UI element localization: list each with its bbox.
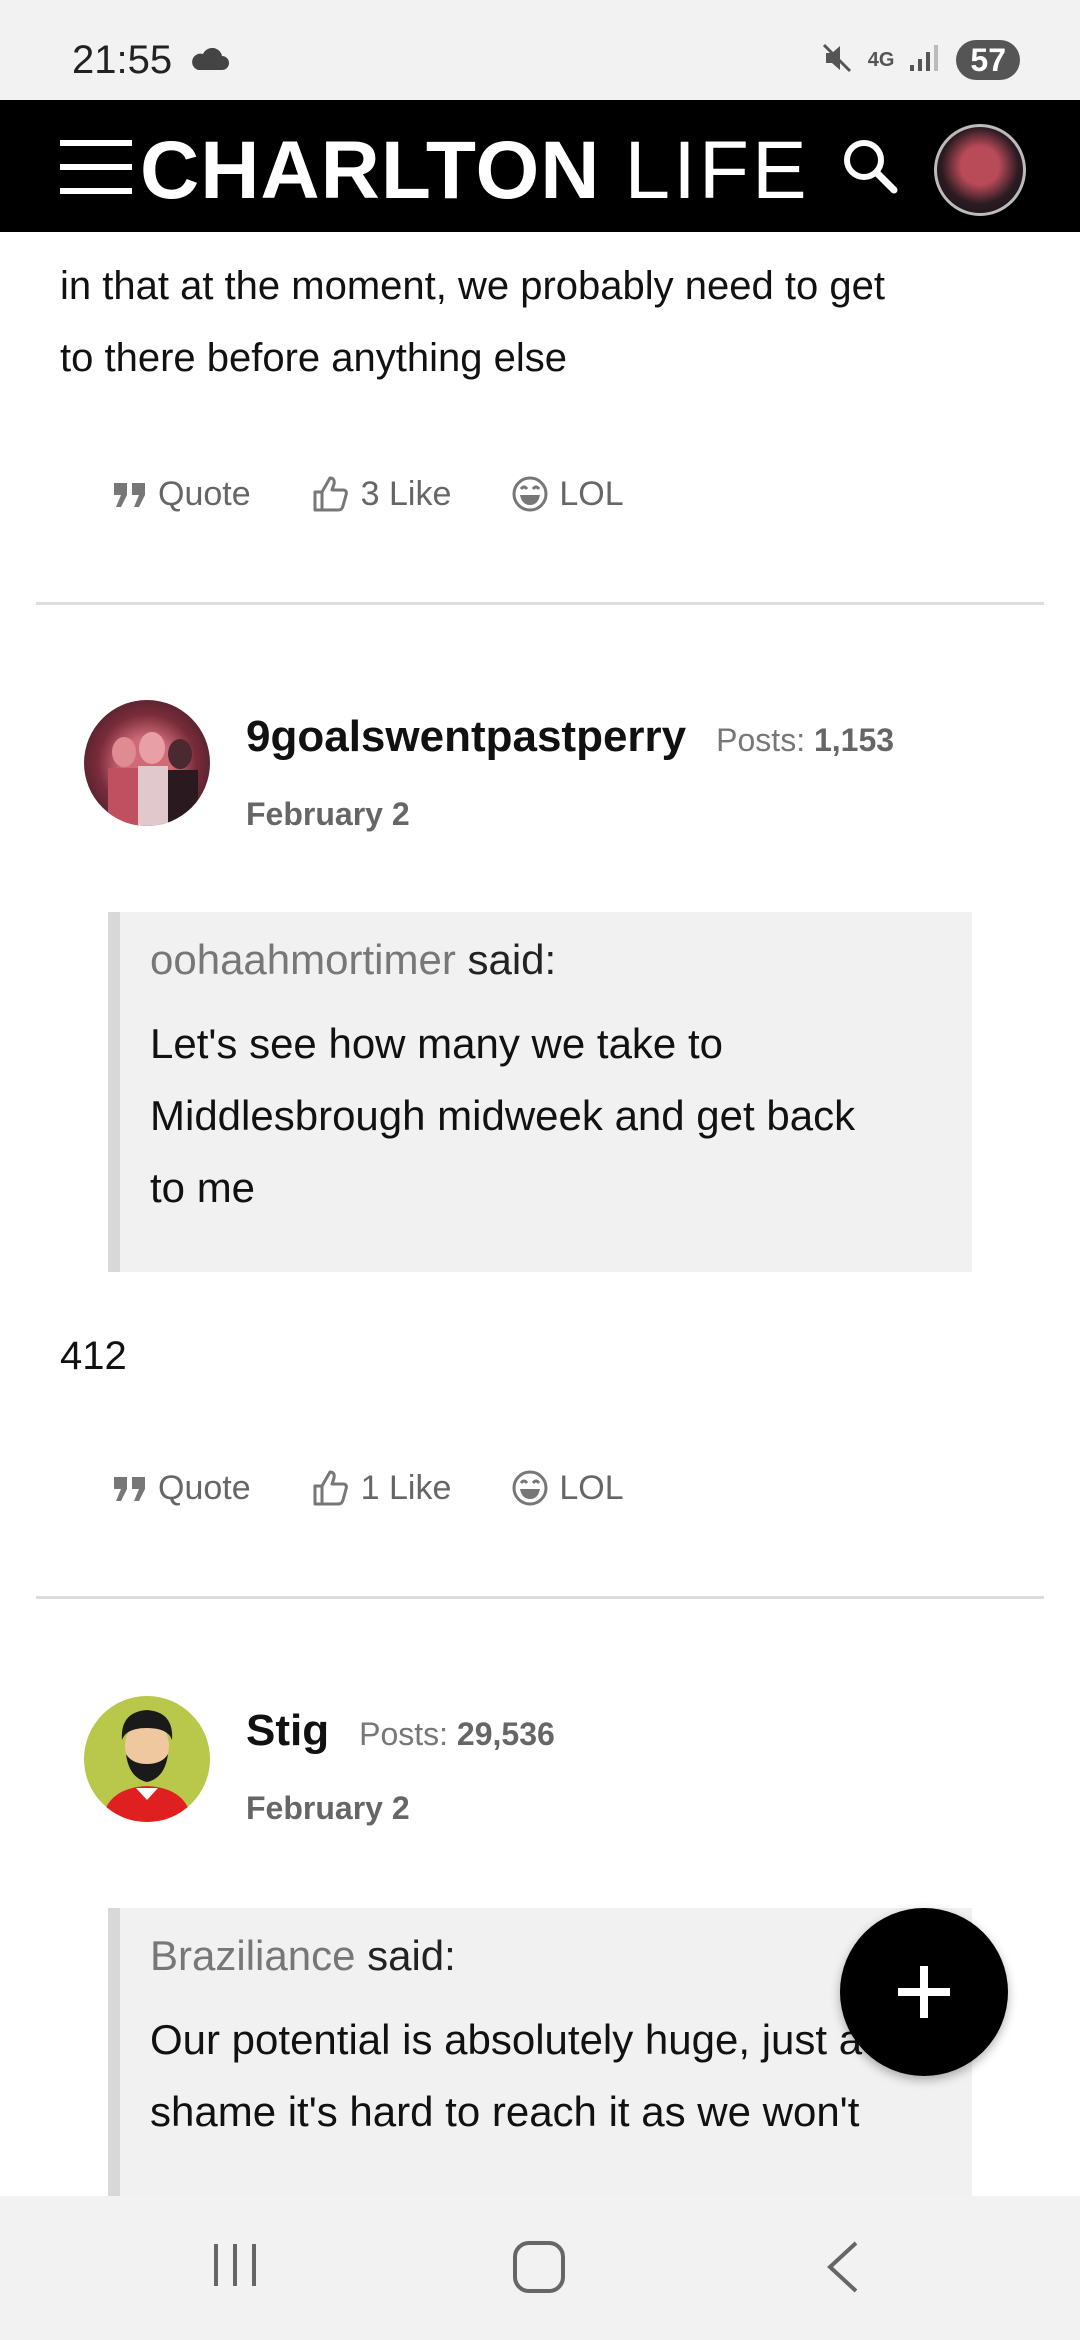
username[interactable]: Stig Posts: 29,536 [246,1706,555,1756]
site-logo[interactable]: CHARLTON LIFE [140,124,810,218]
username-text: 9goalswentpastperry [246,712,687,761]
quote-line: Middlesbrough midweek and get back [150,1092,856,1139]
lol-label: LOL [559,474,624,513]
quote-header: Braziliance said: [150,1926,942,1986]
status-bar: 21:55 4G 57 [0,0,1080,100]
app-screen: 21:55 4G 57 CHARLTON LIFE in that at the … [0,0,1080,2340]
logo-bold-text: CHARLTON [140,125,601,216]
quote-block: Braziliance said: Our potential is absol… [108,1908,972,2228]
back-icon[interactable] [822,2240,862,2299]
username-text: Stig [246,1706,330,1755]
network-type: 4G [867,49,895,71]
post-count: Posts: 1,153 [716,722,894,758]
quote-author[interactable]: oohaahmortimer [150,936,456,983]
home-icon[interactable] [512,2240,566,2299]
laughing-face-icon [512,1470,548,1506]
battery-indicator: 57 [956,40,1020,80]
quote-button[interactable]: Quote [112,475,251,514]
quote-said: said: [467,936,557,983]
lol-button[interactable]: LOL [511,1468,624,1508]
quote-line: shame it's hard to reach it as we won't [150,2088,860,2135]
post-actions: Quote 1 Like LOL [112,1468,684,1508]
hamburger-menu-icon[interactable] [60,140,132,196]
system-nav-bar [0,2196,1080,2340]
thumbs-up-icon [313,1470,348,1506]
post-divider [36,602,1044,605]
mute-icon [820,41,854,80]
status-icons: 4G 57 [820,40,1020,80]
posts-count-value: 1,153 [813,722,895,758]
logo-light-text: LIFE [624,125,810,216]
signal-icon [908,43,942,78]
quote-line: Let's see how many we take to [150,1020,723,1067]
quote-header: oohaahmortimer said: [150,930,942,990]
quote-label: Quote [158,1468,251,1507]
status-time: 21:55 [72,38,173,82]
post-date[interactable]: February 2 [246,796,410,833]
site-header: CHARLTON LIFE [0,100,1080,232]
like-label: 3 Like [360,474,452,513]
cloud-icon [190,47,230,77]
post-date[interactable]: February 2 [246,1790,410,1827]
recent-apps-icon[interactable] [210,2240,260,2295]
posts-count-value: 29,536 [456,1716,555,1752]
post-actions: Quote 3 Like LOL [112,474,684,514]
quote-line: to me [150,1164,256,1211]
quote-icon [114,1477,145,1501]
quote-said: said: [367,1932,456,1979]
post-body-line: in that at the moment, we probably need … [60,264,885,308]
laughing-face-icon [512,476,548,512]
thumbs-up-icon [313,476,348,512]
post-count: Posts: 29,536 [359,1716,555,1752]
search-icon[interactable] [840,136,900,196]
like-button[interactable]: 3 Like [311,474,452,514]
username[interactable]: 9goalswentpastperry Posts: 1,153 [246,712,894,762]
quote-icon [114,483,145,507]
quote-block: oohaahmortimer said: Let's see how many … [108,912,972,1272]
quote-body: Let's see how many we take to Middlesbro… [150,1008,942,1224]
post-body-line: to there before anything else [60,336,568,380]
quote-line: Our potential is absolutely huge, just a [150,2016,863,2063]
like-label: 1 Like [360,1468,452,1507]
posts-label: Posts: [716,722,806,758]
post-body: 412 [60,1334,127,1378]
user-avatar[interactable] [934,124,1026,216]
quote-label: Quote [158,474,251,513]
lol-button[interactable]: LOL [511,474,624,514]
like-button[interactable]: 1 Like [311,1468,452,1508]
post-divider [36,1596,1044,1599]
avatar[interactable] [84,1696,210,1822]
quote-body: Our potential is absolutely huge, just a… [150,2004,942,2148]
new-reply-button[interactable] [840,1908,1008,2076]
lol-label: LOL [559,1468,624,1507]
avatar[interactable] [84,700,210,826]
quote-button[interactable]: Quote [112,1469,251,1508]
posts-label: Posts: [359,1716,449,1752]
quote-author[interactable]: Braziliance [150,1932,355,1979]
